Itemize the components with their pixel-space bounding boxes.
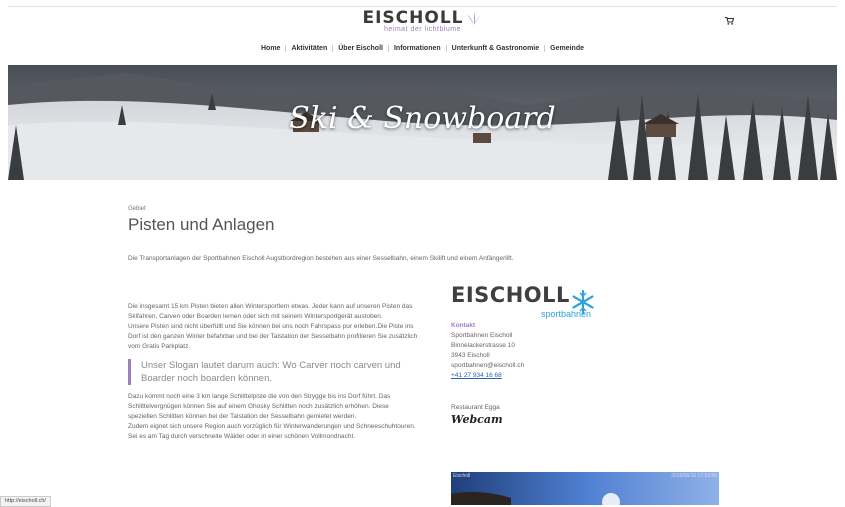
nav-item-ueber-eischoll[interactable]: Über Eischoll xyxy=(332,45,388,52)
nav-item-home[interactable]: Home xyxy=(256,45,285,52)
sportbahnen-logo[interactable]: EISCHOLL sportbahnen xyxy=(451,285,751,319)
webcam-label: Eischoll xyxy=(453,473,471,479)
top-border xyxy=(8,6,837,7)
nav-item-aktivitaeten[interactable]: Aktivitäten xyxy=(285,45,333,52)
slogan-quote: Unser Slogan lautet darum auch: Wo Carve… xyxy=(128,359,418,385)
status-bar-url: http://eischoll.ch/ xyxy=(0,496,51,507)
email-link[interactable]: sportbahnen@eischoll.ch xyxy=(451,361,751,371)
intro-text: Die Transportanlagen der Sportbahnen Eis… xyxy=(128,255,514,262)
section-label: Gebiet xyxy=(128,206,146,212)
hero-title: Ski & Snowboard xyxy=(289,101,556,136)
sportbahnen-logo-sub: sportbahnen xyxy=(541,309,592,319)
cart-icon xyxy=(725,16,735,25)
site-logo[interactable]: EISCHOLL heimat der lichtblume xyxy=(0,8,845,33)
address-line: Binnelackerstrasse 10 xyxy=(451,342,515,349)
main-nav: Home Aktivitäten Über Eischoll Informatione… xyxy=(0,45,845,52)
nav-item-gemeinde[interactable]: Gemeinde xyxy=(544,45,590,52)
restaurant-label: Restaurant Egga xyxy=(451,404,500,411)
nav-item-informationen[interactable]: Informationen xyxy=(387,45,446,52)
paragraph-winterwanderungen: Zudem eignet sich unsere Region auch vor… xyxy=(128,423,416,440)
address-line: 3943 Eischoll xyxy=(451,352,490,359)
paragraph-pisten: Die insgesamt 15 km Pisten bieten allen … xyxy=(128,303,413,320)
paragraph-fahrspass: Unsere Pisten sind nicht überfüllt und S… xyxy=(128,323,418,350)
kontakt-heading: Kontakt xyxy=(451,322,476,329)
main-content: Die insgesamt 15 km Pisten bieten allen … xyxy=(128,302,418,442)
sportbahnen-logo-word: EISCHOLL xyxy=(451,283,570,307)
logo-wordmark: EISCHOLL xyxy=(362,8,464,28)
hero-banner: Ski & Snowboard xyxy=(8,65,837,180)
webcam-image[interactable]: Eischoll 2016/06/16 17:53:56 xyxy=(451,472,719,505)
page-title: Pisten und Anlagen xyxy=(128,215,275,234)
address-line: Sportbahnen Eischoll xyxy=(451,332,513,339)
logo-tagline: heimat der lichtblume xyxy=(383,26,462,33)
sidebar: EISCHOLL sportbahnen Kontakt Sportbahnen… xyxy=(451,285,751,426)
nav-item-unterkunft-gastronomie[interactable]: Unterkunft & Gastronomie xyxy=(445,45,545,52)
cart-button[interactable] xyxy=(725,16,735,28)
webcam-heading: Webcam xyxy=(451,413,503,426)
webcam-timestamp: 2016/06/16 17:53:56 xyxy=(671,473,717,479)
phone-link[interactable]: +41 27 934 16 68 xyxy=(451,371,751,381)
flower-icon xyxy=(465,11,482,25)
paragraph-schlittelpiste: Dazu kommt noch eine 3 km lange Schlitte… xyxy=(128,393,391,420)
